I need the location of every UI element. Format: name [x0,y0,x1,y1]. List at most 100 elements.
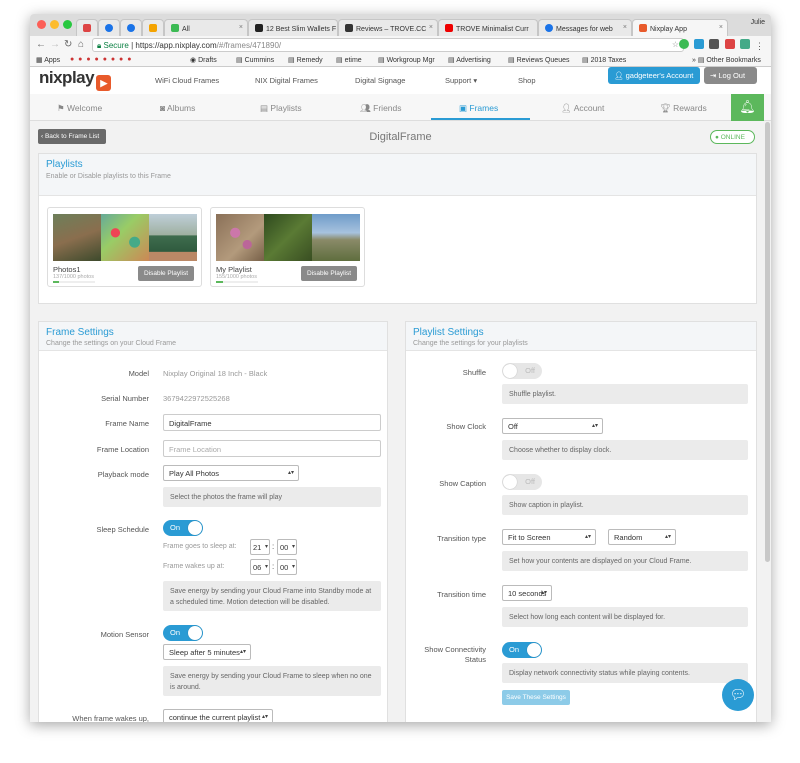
playback-mode-select[interactable]: Play All Photos ▴▾ [163,465,299,481]
frame-name-input[interactable]: DigitalFrame [163,414,381,431]
playlist-card-photos1[interactable]: Photos1 137/1000 photos Disable Playlist [47,207,202,287]
photo-thumbnail [53,214,101,261]
logout-button[interactable]: ⇥ Log Out [704,67,757,84]
photo-count: 137/1000 photos [53,274,94,280]
home-icon[interactable]: ⌂ [78,39,84,50]
select-caret-icon: ▴▾ [591,423,598,429]
notifications-bell-icon[interactable]: 🔔︎ [731,94,764,121]
profile-name[interactable]: Julie [751,19,765,26]
close-tab-icon[interactable]: × [239,24,243,31]
disable-playlist-button[interactable]: Disable Playlist [138,266,194,281]
tab-3[interactable] [120,19,142,36]
tab-trove-youtube[interactable]: TROVE Minimalist Curr [438,19,538,36]
transition-type-select[interactable]: Fit to Screen ▴▾ [502,529,596,545]
tab-4[interactable] [142,19,164,36]
show-clock-label: Show Clock [446,422,486,431]
tab-albums[interactable]: ◙ Albums [160,103,195,113]
playlist-card-my-playlist[interactable]: My Playlist 155/1000 photos Disable Play… [210,207,365,287]
disable-playlist-button[interactable]: Disable Playlist [301,266,357,281]
tab-bar: All × 12 Best Slim Wallets F Reviews – TR… [30,14,771,36]
tab-wallets[interactable]: 12 Best Slim Wallets F [248,19,338,36]
bookmark-apps[interactable]: ▦ Apps [36,56,60,64]
close-tab-icon[interactable]: × [429,24,433,31]
bookmark-remedy[interactable]: ▤ Remedy [288,56,323,64]
tab-friends[interactable]: 👥︎ Friends [360,103,402,114]
tab-frames[interactable]: ▣ Frames [459,103,498,114]
show-caption-toggle[interactable]: Off [502,474,542,490]
forward-arrow-icon[interactable]: → [50,39,60,50]
account-button[interactable]: 👤︎ gadgeteer's Account [608,67,700,84]
nav-digital-signage[interactable]: Digital Signage [355,76,405,85]
bookmark-other[interactable]: » ▤ Other Bookmarks [692,56,761,64]
trove-icon [345,24,353,32]
feedly-icon [171,24,179,32]
frame-icon: ▣ [459,103,470,113]
save-settings-button[interactable]: Save These Settings [502,690,570,705]
nav-shop[interactable]: Shop [518,76,536,85]
nav-nix-frames[interactable]: NIX Digital Frames [255,76,318,85]
tab-nixplay[interactable]: Nixplay App × [632,19,728,36]
section-nav: ⚑ Welcome ◙ Albums ▤ Playlists 👥︎ Friend… [30,94,771,121]
bookmark-reviews-queues[interactable]: ▤ Reviews Queues [508,56,569,64]
select-caret-icon: ▴▾ [584,534,591,540]
extension-icon[interactable] [739,39,750,49]
wake-hour-select[interactable]: 06 ▾ [250,559,270,575]
site-icon [255,24,263,32]
menu-icon[interactable]: ⋮ [755,41,765,51]
tab-rewards[interactable]: 🏆︎ Rewards [660,103,707,114]
chat-support-icon[interactable]: 💬︎ [722,679,754,711]
minimize-window-button[interactable] [50,20,59,29]
sleep-schedule-toggle[interactable]: On [163,520,203,536]
bookmark-cummins[interactable]: ▤ Cummins [236,56,274,64]
motion-sensor-toggle[interactable]: On [163,625,203,641]
serial-label: Serial Number [101,394,149,403]
wake-behavior-select[interactable]: continue the current playlist ▴▾ [163,709,273,722]
shuffle-toggle[interactable]: Off [502,363,542,379]
bookmark-taxes[interactable]: ▤ 2018 Taxes [582,56,626,64]
close-tab-icon[interactable]: × [719,24,723,31]
transition-effect-select[interactable]: Random ▴▾ [608,529,676,545]
tab-2[interactable] [98,19,120,36]
sleep-minute-select[interactable]: 00 ▾ [277,539,297,555]
tab-welcome[interactable]: ⚑ Welcome [57,103,102,114]
friends-icon: 👥︎ [360,103,374,113]
back-arrow-icon[interactable]: ← [36,39,46,50]
nav-support[interactable]: Support ▾ [445,76,477,85]
bookmark-etime[interactable]: ▤ etime [336,56,362,64]
tab-account[interactable]: 👤︎ Account [561,103,604,114]
extension-icon[interactable] [678,39,689,49]
bookmark-advertising[interactable]: ▤ Advertising [448,56,491,64]
tab-playlists[interactable]: ▤ Playlists [260,103,302,114]
tab-gmail[interactable] [76,19,98,36]
nixplay-logo[interactable]: nixplay ▶ [39,68,112,91]
transition-time-label: Transition time [437,590,486,599]
extension-icon[interactable] [694,39,705,49]
bookmark-icons[interactable]: ● ● ● ● ● ● ● ● [70,56,132,63]
motion-sleep-select[interactable]: Sleep after 5 minutes ▴▾ [163,644,251,660]
bookmark-drafts[interactable]: ◉ Drafts [190,56,217,64]
nav-wifi-frames[interactable]: WiFi Cloud Frames [155,76,219,85]
reload-icon[interactable]: ↻ [64,39,72,50]
tab-messages[interactable]: Messages for web × [538,19,632,36]
tab-reviews[interactable]: Reviews – TROVE.CC × [338,19,438,36]
photo-thumbnail [312,214,360,261]
connectivity-toggle[interactable]: On [502,642,542,658]
close-window-button[interactable] [37,20,46,29]
nixplay-tab-icon [639,24,647,32]
sleep-hour-select[interactable]: 21 ▾ [250,539,270,555]
bookmark-workgroup[interactable]: ▤ Workgroup Mgr [378,56,435,64]
wake-minute-select[interactable]: 00 ▾ [277,559,297,575]
transition-time-select[interactable]: 10 seconds ▴▾ [502,585,552,601]
extension-icon[interactable] [724,39,735,49]
frame-location-input[interactable]: Frame Location [163,440,381,457]
active-tab-indicator [431,118,530,120]
show-clock-select[interactable]: Off ▴▾ [502,418,603,434]
extension-icon[interactable] [709,39,720,49]
scrollbar[interactable] [765,122,770,562]
close-tab-icon[interactable]: × [623,24,627,31]
user-icon: 👤︎ [561,103,574,113]
url-field[interactable]: 🔒︎ Secure | https://app.nixplay.com/#/fr… [92,38,684,52]
transition-type-label: Transition type [437,534,486,543]
zoom-window-button[interactable] [63,20,72,29]
tab-all[interactable]: All × [164,19,248,36]
